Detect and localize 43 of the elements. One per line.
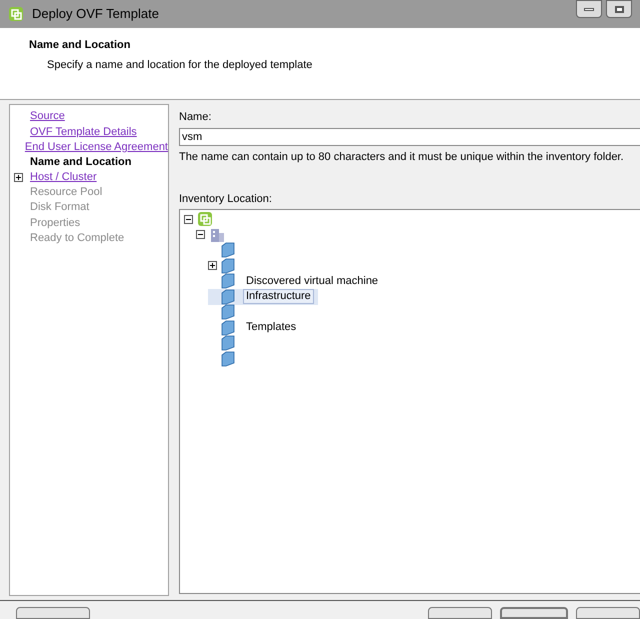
folder-icon: [221, 258, 235, 274]
folder-icon: [221, 350, 235, 367]
folder-icon: [221, 335, 235, 352]
dialog-button[interactable]: [500, 607, 568, 619]
building-icon: [209, 226, 225, 243]
page-heading: Name and Location: [29, 38, 132, 53]
folder-icon: [221, 242, 235, 258]
hint-text: The name can contain up to 80 characters and it must be unique within the inventory folder.: [179, 150, 625, 164]
field-label: Name:: [179, 110, 212, 125]
tree-item-label: Infrastructure: [243, 289, 314, 304]
tree-row[interactable]: Templates: [208, 320, 304, 336]
field-label: Inventory Location:: [179, 192, 273, 207]
folder-icon: [221, 288, 235, 305]
server-logo-icon: [197, 211, 213, 228]
tree-row[interactable]: Infrastructure: [208, 289, 318, 304]
wizard-step[interactable]: Host / Cluster: [30, 169, 97, 186]
tree-row[interactable]: Discovered virtual machine: [208, 274, 386, 289]
tree-item-label: Discovered virtual machine: [245, 274, 380, 289]
window-title: Deploy OVF Template: [32, 5, 159, 24]
collapse-icon[interactable]: [196, 230, 205, 240]
page-subtitle: Specify a name and location for the deployed template: [46, 58, 314, 72]
wizard-step: Resource Pool: [30, 184, 102, 201]
maximize-button[interactable]: [606, 0, 632, 18]
dialog-button[interactable]: [16, 607, 90, 619]
wizard-step[interactable]: OVF Template Details: [30, 124, 137, 140]
folder-icon: [221, 304, 235, 320]
tree-item-label: Templates: [245, 320, 298, 336]
wizard-step: Name and Location: [30, 154, 132, 170]
folder-icon: [221, 273, 235, 290]
folder-icon: [221, 320, 235, 336]
dialog-button[interactable]: [576, 607, 640, 619]
server-logo-icon: [8, 6, 24, 22]
collapse-icon[interactable]: [184, 214, 193, 224]
wizard-step: Disk Format: [30, 199, 90, 216]
wizard-step[interactable]: End User License Agreement: [24, 138, 168, 156]
minimize-button[interactable]: [576, 0, 602, 18]
expand-icon[interactable]: [14, 172, 23, 182]
wizard-step: Properties: [30, 214, 80, 232]
wizard-step: Ready to Complete: [30, 230, 124, 246]
dialog-button[interactable]: [428, 607, 492, 619]
name-field[interactable]: vsm: [179, 128, 640, 146]
expand-icon[interactable]: [208, 261, 217, 270]
wizard-step[interactable]: Source: [30, 108, 65, 125]
